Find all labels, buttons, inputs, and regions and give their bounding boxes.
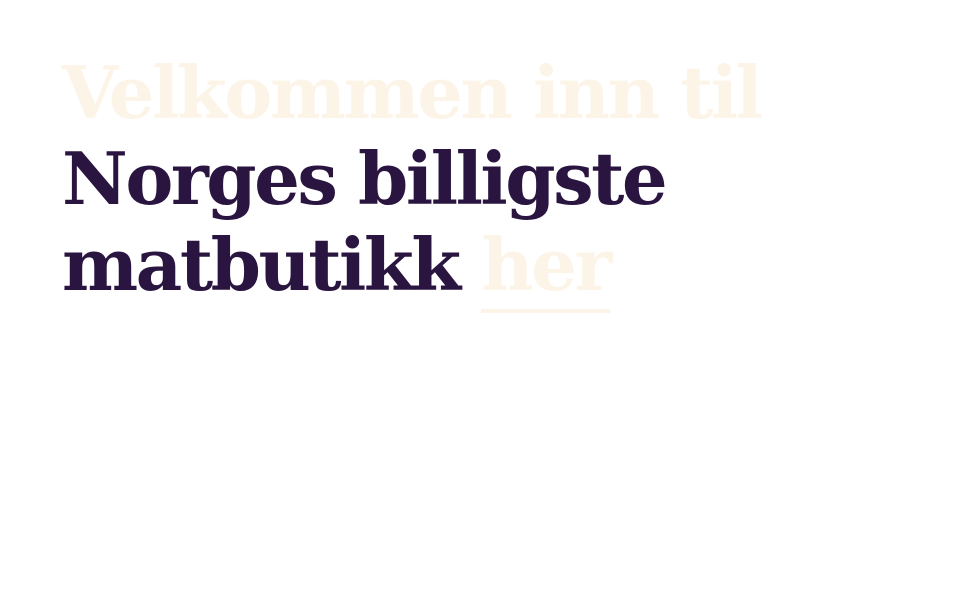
headline-line-2: matbutikk her — [62, 222, 942, 313]
headline-text-matbutikk: matbutikk — [62, 222, 461, 307]
welcome-line: Velkommen inn til — [62, 50, 763, 135]
headline-line-1: Norges billigste — [62, 136, 668, 221]
her-link[interactable]: her — [481, 222, 612, 313]
hero-section: Velkommen inn til Norges billigste matbu… — [62, 50, 942, 313]
hero-heading: Velkommen inn til Norges billigste matbu… — [62, 50, 942, 313]
